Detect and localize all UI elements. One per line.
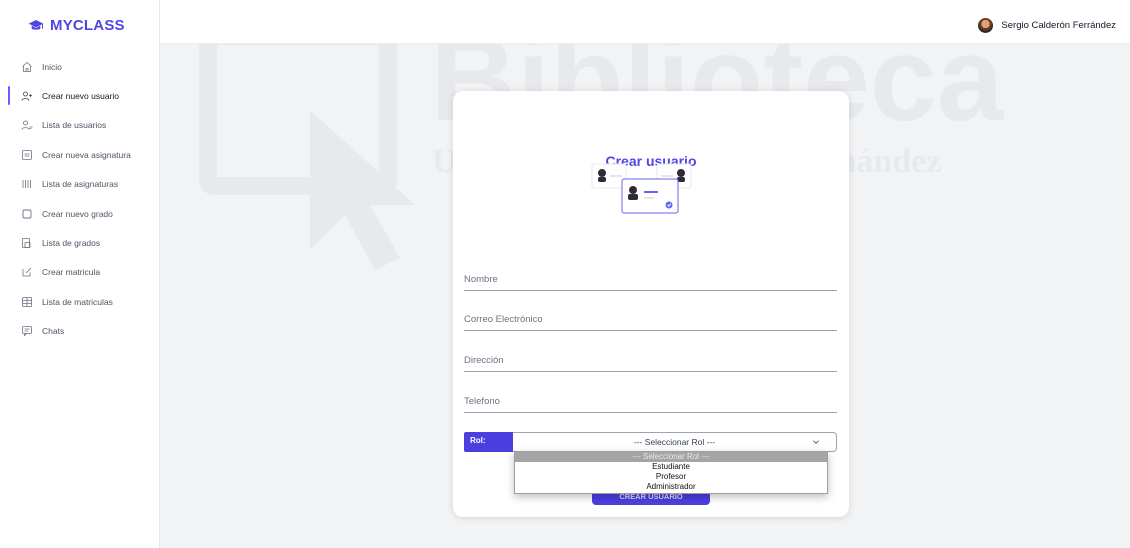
email-field[interactable] [464,309,837,331]
email-input[interactable] [464,309,837,330]
user-menu[interactable]: Sergio Calderón Ferrández [978,18,1116,33]
nombre-field[interactable] [464,269,837,291]
sidebar-item-lista-de-asignaturas[interactable]: Lista de asignaturas [0,170,160,199]
rol-option-administrador[interactable]: Administrador [515,482,827,492]
sidebar-item-crear-nueva-asignatura[interactable]: Crear nueva asignatura [0,140,160,169]
square-plus-icon [21,149,33,161]
sidebar-item-label: Lista de matriculas [42,296,113,307]
sidebar-item-crear-matricula[interactable]: Crear matricula [0,258,160,287]
brand-name: MYCLASS [50,17,125,34]
create-user-card: Crear usuario Rol: [453,91,849,517]
edit-icon [21,266,33,278]
brand-logo[interactable]: MYCLASS [28,17,125,34]
rol-option-profesor[interactable]: Profesor [515,472,827,482]
rol-select-group: Rol: --- Seleccionar Rol --- [464,432,837,452]
users-icon [21,119,33,131]
sidebar-item-label: Chats [42,326,65,337]
graduation-cap-icon [28,19,44,30]
sidebar-item-label: Inicio [42,61,62,72]
sidebar-item-label: Crear nuevo grado [42,208,113,219]
telefono-input[interactable] [464,391,837,412]
sidebar-item-label: Crear nuevo usuario [42,91,120,102]
direccion-field[interactable] [464,350,837,372]
user-plus-icon [21,90,33,102]
sidebar-item-lista-de-usuarios[interactable]: Lista de usuarios [0,111,160,140]
sidebar-item-label: Lista de grados [42,238,101,249]
rol-option-placeholder[interactable]: --- Seleccionar Rol --- [515,452,827,462]
direccion-input[interactable] [464,350,837,371]
user-name: Sergio Calderón Ferrández [1001,20,1116,31]
nombre-input[interactable] [464,269,837,290]
sidebar-item-label: Lista de asignaturas [42,179,119,190]
chevron-down-icon [813,440,819,444]
sidebar-item-crear-nuevo-usuario[interactable]: Crear nuevo usuario [0,81,160,110]
rol-label: Rol: [464,432,513,452]
sidebar-item-label: Lista de usuarios [42,120,107,131]
sidebar-item-inicio[interactable]: Inicio [0,52,160,81]
main-content: Biblioteca UNIVERSITAS Miguel Hernández … [160,44,1130,548]
sidebar-item-label: Crear matricula [42,267,101,278]
sidebar-nav: Inicio Crear nuevo usuario Lista de usua… [0,52,160,346]
sidebar-item-lista-de-matriculas[interactable]: Lista de matriculas [0,287,160,316]
avatar [978,18,994,33]
sidebar-item-crear-nuevo-grado[interactable]: Crear nuevo grado [0,199,160,228]
sidebar: MYCLASS Inicio Crear nuevo usuario Lista… [0,0,160,548]
grid-icon [21,178,33,190]
rol-selected-value: --- Seleccionar Rol --- [633,437,716,447]
telefono-field[interactable] [464,391,837,413]
top-bar: Sergio Calderón Ferrández [160,0,1130,44]
rol-dropdown-list: --- Seleccionar Rol --- Estudiante Profe… [514,451,828,494]
rol-option-estudiante[interactable]: Estudiante [515,462,827,472]
sidebar-item-label: Crear nueva asignatura [42,149,131,160]
table-icon [21,296,33,308]
chat-icon [21,325,33,337]
users-illustration [591,163,692,214]
sidebar-item-chats[interactable]: Chats [0,317,160,346]
home-icon [21,61,33,73]
copy-icon [21,237,33,249]
square-icon [21,208,33,220]
sidebar-item-lista-de-grados[interactable]: Lista de grados [0,228,160,257]
rol-select[interactable]: --- Seleccionar Rol --- [513,432,837,452]
